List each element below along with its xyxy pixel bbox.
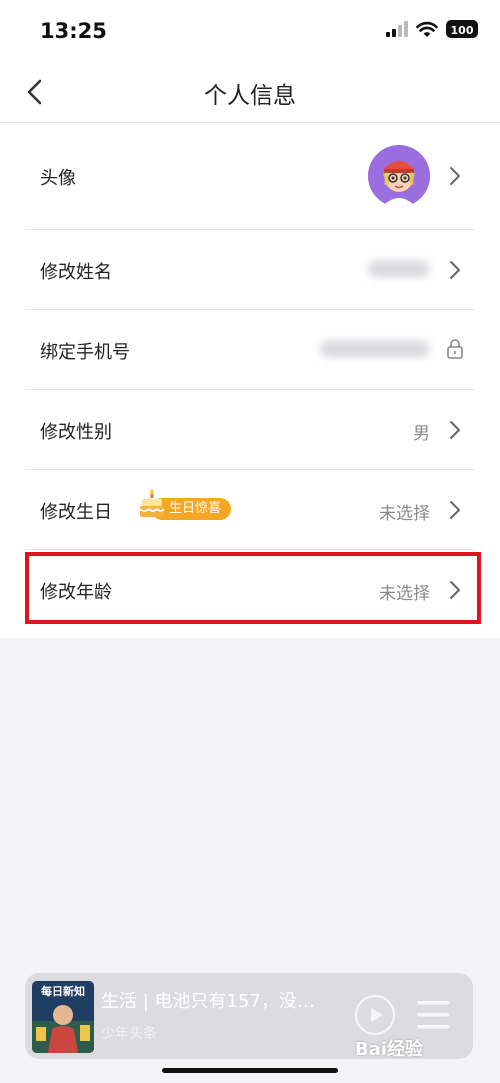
play-icon	[371, 1008, 383, 1022]
avatar-illustration-icon	[368, 145, 430, 207]
watermark: Bai经验	[355, 1039, 424, 1060]
phone-value-blurred	[320, 340, 430, 358]
name-row-label: 修改姓名	[40, 262, 112, 283]
avatar[interactable]	[368, 145, 430, 207]
gender-row[interactable]: 修改性别 男	[25, 389, 475, 470]
gender-value: 男	[413, 424, 430, 444]
player-title: 生活 | 电池只有157，没…	[101, 991, 315, 1012]
nav-bar: 个人信息	[0, 62, 500, 123]
phone-row[interactable]: 绑定手机号	[25, 309, 475, 390]
gender-row-label: 修改性别	[40, 422, 112, 443]
name-row[interactable]: 修改姓名	[25, 229, 475, 310]
birthday-row[interactable]: 修改生日 生日惊喜 未选择	[25, 469, 475, 550]
chevron-right-icon	[450, 501, 460, 519]
avatar-row-label: 头像	[40, 168, 76, 189]
birthday-value: 未选择	[379, 504, 430, 524]
status-time: 13:25	[40, 19, 107, 43]
chevron-right-icon	[450, 167, 460, 185]
playlist-icon[interactable]	[415, 997, 451, 1033]
home-indicator	[162, 1068, 338, 1073]
battery-indicator: 100	[446, 20, 478, 38]
play-button[interactable]	[355, 995, 395, 1035]
lock-icon	[447, 339, 463, 359]
name-value-blurred	[368, 260, 430, 278]
cake-icon	[139, 490, 165, 517]
phone-row-label: 绑定手机号	[40, 342, 130, 363]
avatar-row[interactable]: 头像	[25, 123, 475, 230]
signal-icon	[386, 21, 408, 37]
chevron-right-icon	[450, 421, 460, 439]
player-subtitle: 少年头条	[101, 1026, 157, 1042]
status-icons: 100	[386, 20, 478, 38]
wifi-icon	[416, 21, 438, 37]
birthday-row-label: 修改生日	[40, 502, 112, 523]
episode-cover[interactable]: 每日新知	[32, 981, 94, 1053]
status-bar: 13:25 100	[0, 0, 500, 62]
chevron-right-icon	[450, 261, 460, 279]
cover-title: 每日新知	[41, 985, 85, 998]
page-title: 个人信息	[204, 83, 296, 109]
highlight-box	[25, 552, 481, 624]
